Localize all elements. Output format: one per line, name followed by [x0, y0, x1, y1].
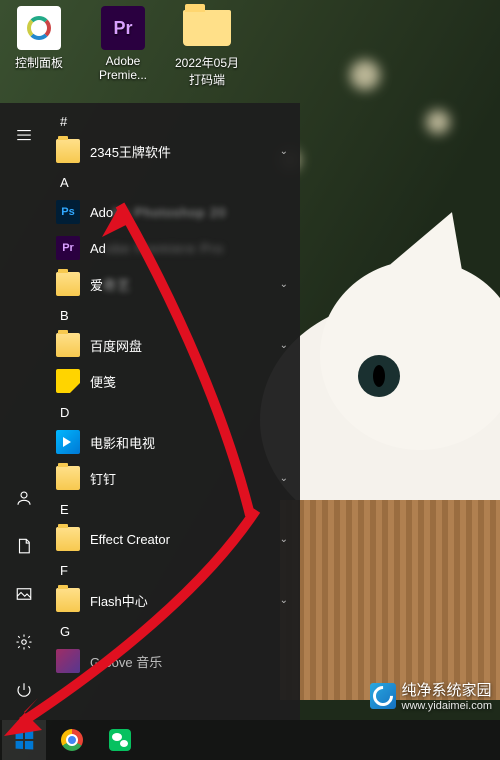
watermark-title: 纯净系统家园 — [402, 679, 492, 700]
hamburger-button[interactable] — [4, 115, 44, 155]
movies-icon — [56, 430, 80, 454]
app-label: Adobe Premiere Pro — [90, 241, 224, 256]
user-button[interactable] — [4, 478, 44, 518]
section-letter-f[interactable]: F — [48, 557, 300, 582]
app-movies-tv[interactable]: 电影和电视 — [48, 424, 300, 460]
power-button[interactable] — [4, 670, 44, 710]
desktop-icon-folder[interactable]: 2022年05月打码端 — [172, 6, 242, 88]
app-label: Adobe Photoshop 20 — [90, 205, 226, 220]
taskbar-wechat[interactable] — [98, 720, 142, 760]
app-label: 爱奇艺 — [90, 275, 131, 294]
pictures-button[interactable] — [4, 574, 44, 614]
taskbar — [0, 720, 500, 760]
gear-icon — [15, 633, 33, 651]
app-list[interactable]: # 2345王牌软件 ⌄ A Ps Adobe Photoshop 20 Pr … — [48, 103, 300, 720]
folder-icon — [56, 333, 80, 357]
photoshop-icon: Ps — [56, 200, 80, 224]
app-label: 百度网盘 — [90, 336, 142, 355]
app-label: 便笺 — [90, 372, 116, 391]
user-icon — [15, 489, 33, 507]
start-button[interactable] — [2, 720, 46, 760]
start-menu-rail — [0, 103, 48, 720]
folder-icon — [56, 588, 80, 612]
folder-icon — [56, 272, 80, 296]
chevron-down-icon: ⌄ — [280, 595, 288, 606]
app-label: 电影和电视 — [90, 433, 155, 452]
desktop-icon-adobe-premiere[interactable]: Pr Adobe Premie... — [88, 6, 158, 88]
pictures-icon — [15, 585, 33, 603]
control-panel-icon — [17, 6, 61, 50]
desktop-icon-control-panel[interactable]: 控制面板 — [4, 6, 74, 88]
folder-icon — [56, 527, 80, 551]
premiere-icon: Pr — [101, 6, 145, 50]
power-icon — [15, 681, 33, 699]
section-letter-a[interactable]: A — [48, 169, 300, 194]
section-letter-d[interactable]: D — [48, 399, 300, 424]
hamburger-icon — [15, 126, 33, 144]
watermark: 纯净系统家园 www.yidaimei.com — [370, 679, 492, 712]
app-label: Flash中心 — [90, 591, 148, 610]
app-dingding[interactable]: 钉钉 ⌄ — [48, 460, 300, 496]
settings-button[interactable] — [4, 622, 44, 662]
section-header[interactable]: # — [48, 108, 300, 133]
wechat-icon — [109, 729, 131, 751]
chevron-down-icon: ⌄ — [280, 279, 288, 290]
watermark-logo-icon — [370, 683, 396, 709]
folder-icon — [56, 139, 80, 163]
app-adobe-photoshop[interactable]: Ps Adobe Photoshop 20 — [48, 194, 300, 230]
chevron-down-icon: ⌄ — [280, 534, 288, 545]
app-label: 2345王牌软件 — [90, 142, 171, 161]
app-sticky-notes[interactable]: 便笺 — [48, 363, 300, 399]
section-letter-e[interactable]: E — [48, 496, 300, 521]
windows-icon — [16, 731, 34, 750]
chrome-icon — [61, 729, 83, 751]
section-letter-g[interactable]: G — [48, 618, 300, 643]
taskbar-chrome[interactable] — [50, 720, 94, 760]
folder-icon — [56, 466, 80, 490]
watermark-url: www.yidaimei.com — [402, 700, 492, 712]
section-letter-b[interactable]: B — [48, 302, 300, 327]
document-icon — [15, 537, 33, 555]
start-menu: # 2345王牌软件 ⌄ A Ps Adobe Photoshop 20 Pr … — [0, 103, 300, 720]
app-flash-center[interactable]: Flash中心 ⌄ — [48, 582, 300, 618]
desktop-icon-label: 控制面板 — [4, 54, 74, 71]
folder-icon — [183, 10, 231, 46]
desktop-icon-label: 2022年05月打码端 — [172, 54, 242, 88]
documents-button[interactable] — [4, 526, 44, 566]
desktop-icon-label: Adobe Premie... — [88, 54, 158, 82]
app-adobe-premiere[interactable]: Pr Adobe Premiere Pro — [48, 230, 300, 266]
chevron-down-icon: ⌄ — [280, 146, 288, 157]
groove-icon — [56, 649, 80, 673]
app-effect-creator[interactable]: Effect Creator ⌄ — [48, 521, 300, 557]
app-groove-music[interactable]: Groove 音乐 — [48, 643, 300, 679]
app-label: 钉钉 — [90, 469, 116, 488]
sticky-note-icon — [56, 369, 80, 393]
app-label: Effect Creator — [90, 532, 170, 547]
premiere-icon: Pr — [56, 236, 80, 260]
chevron-down-icon: ⌄ — [280, 340, 288, 351]
app-2345[interactable]: 2345王牌软件 ⌄ — [48, 133, 300, 169]
app-ai-folder[interactable]: 爱奇艺 ⌄ — [48, 266, 300, 302]
app-baidu-netdisk[interactable]: 百度网盘 ⌄ — [48, 327, 300, 363]
chevron-down-icon: ⌄ — [280, 473, 288, 484]
app-label: Groove 音乐 — [90, 652, 162, 671]
